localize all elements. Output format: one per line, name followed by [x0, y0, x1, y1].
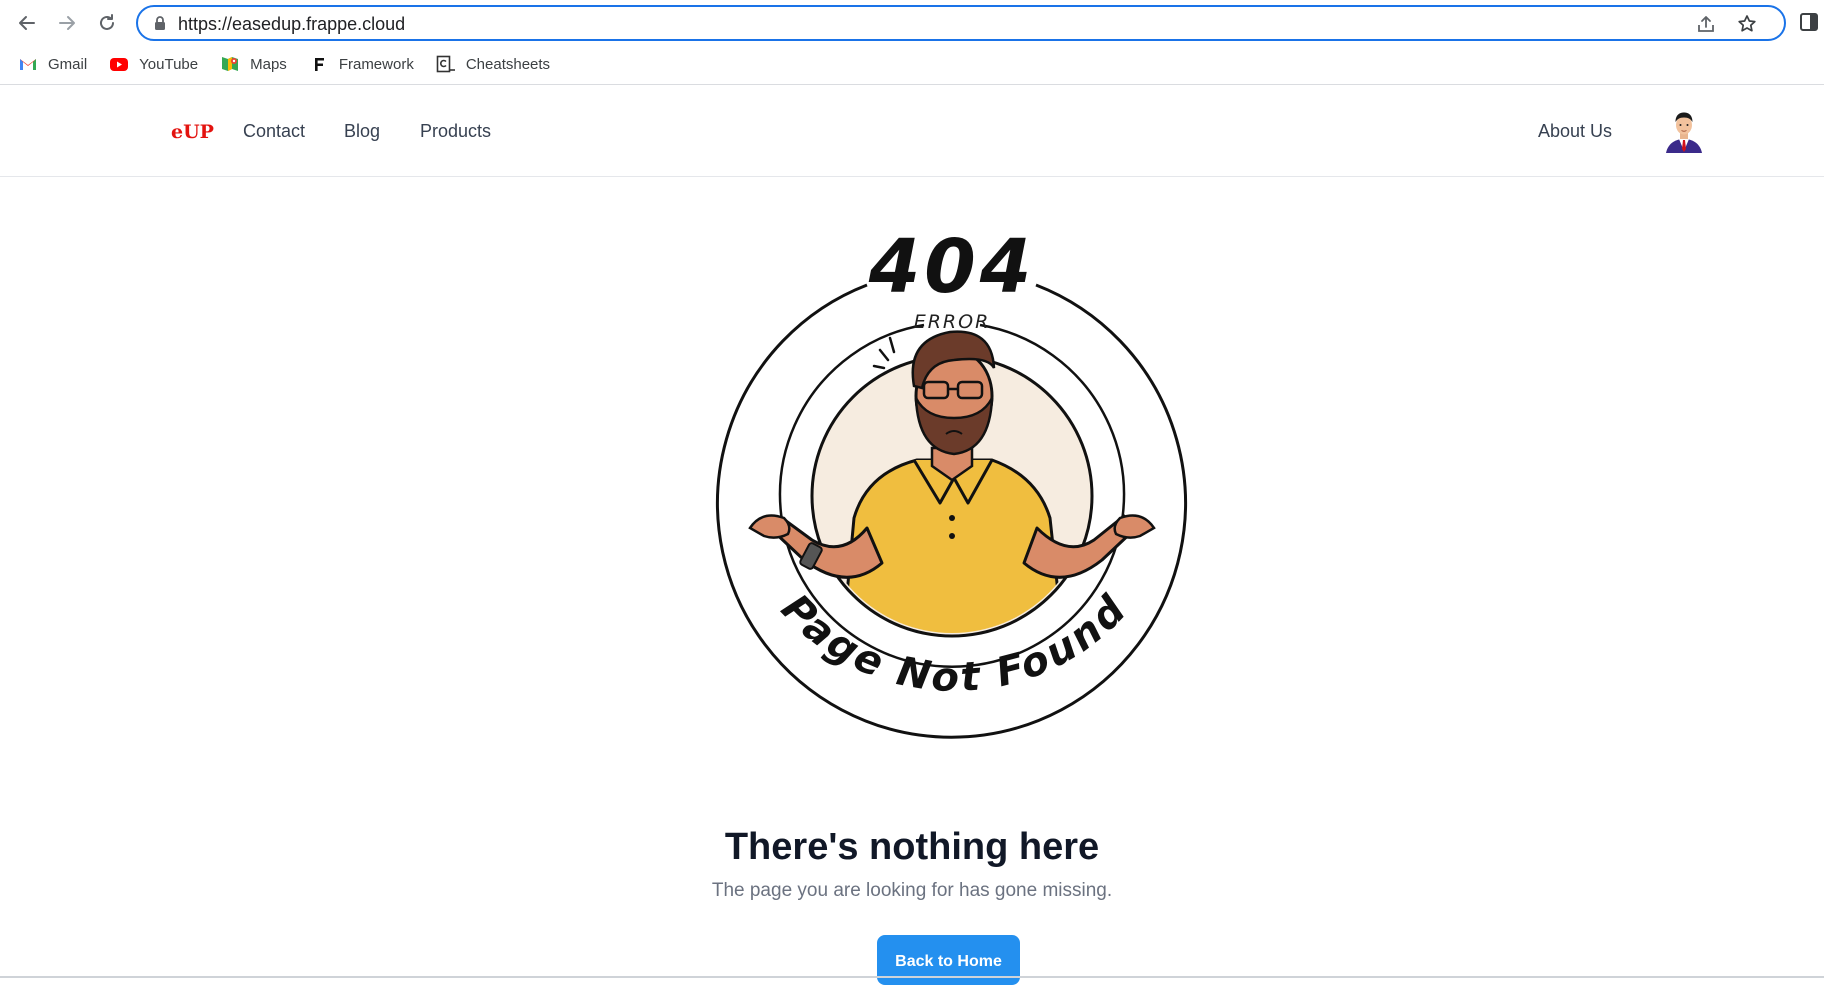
maps-icon: [222, 57, 239, 71]
cheatsheets-icon: [436, 55, 455, 73]
share-icon[interactable]: [1695, 13, 1717, 35]
browser-toolbar: https://easedup.frappe.cloud: [0, 0, 1824, 44]
reload-button[interactable]: [92, 8, 122, 38]
lock-icon: [155, 16, 165, 30]
arrow-right-icon: [59, 16, 75, 30]
user-avatar[interactable]: [1660, 107, 1708, 155]
error-404-illustration: 404 ERROR Page Not Found: [716, 228, 1187, 739]
bookmark-youtube[interactable]: YouTube: [109, 49, 198, 79]
nav-link-products[interactable]: Products: [420, 121, 491, 142]
side-panel-icon[interactable]: [1798, 11, 1820, 33]
error-message: The page you are looking for has gone mi…: [711, 880, 1113, 901]
bookmark-gmail[interactable]: Gmail: [18, 49, 87, 79]
gmail-icon: [20, 59, 36, 70]
bookmarks-bar: Gmail YouTube Maps Framework Cheatsheets: [0, 44, 1824, 84]
bookmark-cheatsheets[interactable]: Cheatsheets: [436, 49, 550, 79]
site-navbar: eUP Contact Blog Products About Us: [0, 85, 1824, 177]
nav-link-about-us[interactable]: About Us: [1538, 121, 1612, 142]
forward-button[interactable]: [52, 8, 82, 38]
bookmark-maps[interactable]: Maps: [220, 49, 287, 79]
brand-logo-link[interactable]: eUP: [171, 121, 214, 143]
nav-link-contact[interactable]: Contact: [243, 121, 305, 142]
youtube-icon: [110, 58, 129, 71]
nav-link-blog[interactable]: Blog: [344, 121, 380, 142]
frappe-icon: [314, 58, 324, 71]
bookmark-framework[interactable]: Framework: [309, 49, 414, 79]
error-code-text: 404: [868, 228, 1035, 310]
error-headline: There's nothing here: [724, 826, 1100, 868]
bookmark-star-icon[interactable]: [1736, 13, 1758, 35]
address-bar[interactable]: https://easedup.frappe.cloud: [136, 5, 1786, 41]
error-label-text: ERROR: [914, 311, 991, 333]
url-text: https://easedup.frappe.cloud: [178, 14, 406, 34]
back-button[interactable]: [12, 8, 42, 38]
reload-icon: [100, 14, 114, 30]
arrow-left-icon: [19, 16, 35, 30]
